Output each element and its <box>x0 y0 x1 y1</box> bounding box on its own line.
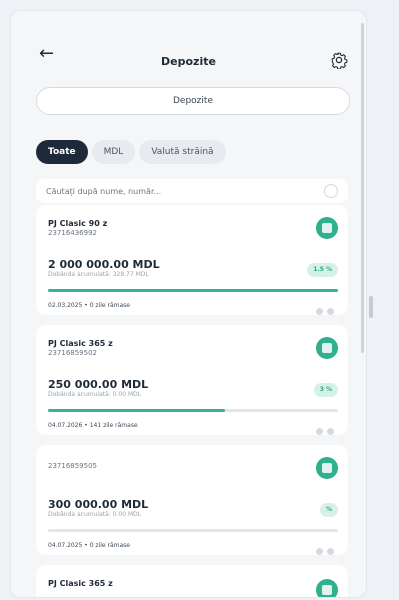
deposit-card[interactable]: PJ Clasic 90 z 23716436992 2 000 000.00 … <box>36 205 348 315</box>
right-gutter <box>375 10 399 600</box>
deposit-amount: 2 000 000.00 MDL <box>48 258 160 271</box>
deposit-icon <box>316 579 338 597</box>
card-dots <box>312 300 334 319</box>
search-clear-icon[interactable] <box>324 184 338 198</box>
gear-icon[interactable] <box>330 51 348 69</box>
deposit-interest: Dobânda acumulată: 0.00 MDL <box>48 391 142 398</box>
rate-badge: 3 % <box>313 383 338 397</box>
progress-track <box>48 529 338 532</box>
search-bar <box>36 179 348 204</box>
card-dots <box>312 540 334 559</box>
deposit-footer: 04.07.2026 • 141 zile rămase <box>48 422 138 429</box>
page-title: Depozite <box>161 55 216 68</box>
deposit-amount: 300 000.00 MDL <box>48 498 149 511</box>
deposits-panel: ← Depozite Depozite Toate MDL Valută străi… <box>10 10 367 598</box>
deposit-card[interactable]: 23716859505 300 000.00 MDL Dobânda acumu… <box>36 445 348 555</box>
deposit-amount: 250 000.00 MDL <box>48 378 149 391</box>
deposit-number: 23716436992 <box>48 229 97 237</box>
deposit-interest: Dobânda acumulată: 0.00 MDL <box>48 511 142 518</box>
deposit-number: 23716859502 <box>48 349 97 357</box>
deposit-icon <box>316 217 338 239</box>
deposit-interest: Dobânda acumulată: 328.77 MDL <box>48 271 149 278</box>
scrollbar[interactable] <box>361 23 364 353</box>
header: ← Depozite <box>11 11 366 69</box>
resize-handle[interactable] <box>369 296 373 318</box>
deposit-name: PJ Clasic 90 z <box>48 219 108 228</box>
rate-badge: 1.5 % <box>307 263 338 277</box>
deposit-number: 23716859505 <box>48 462 97 470</box>
filter-toate[interactable]: Toate <box>36 140 88 164</box>
filter-mdl[interactable]: MDL <box>91 140 136 164</box>
progress-fill <box>48 289 338 292</box>
deposit-name: PJ Clasic 365 z <box>48 339 113 348</box>
deposit-icon <box>316 457 338 479</box>
progress-fill <box>48 409 225 412</box>
segment-depozite[interactable]: Depozite <box>36 87 350 115</box>
progress-track <box>48 409 338 412</box>
card-dots <box>312 420 334 439</box>
rate-badge: % <box>319 503 338 517</box>
deposit-name: PJ Clasic 365 z <box>48 579 113 588</box>
deposit-card[interactable]: PJ Clasic 365 z 23716859502 250 000.00 M… <box>36 325 348 435</box>
filter-chips: Toate MDL Valută străină <box>36 139 230 164</box>
deposit-footer: 02.03.2025 • 0 zile rămase <box>48 302 130 309</box>
deposit-footer: 04.07.2025 • 0 zile rămase <box>48 542 130 549</box>
search-input[interactable] <box>36 179 326 204</box>
filter-valuta-straina[interactable]: Valută străină <box>139 140 226 164</box>
deposit-card[interactable]: PJ Clasic 365 z <box>36 565 348 597</box>
progress-track <box>48 289 338 292</box>
deposit-icon <box>316 337 338 359</box>
